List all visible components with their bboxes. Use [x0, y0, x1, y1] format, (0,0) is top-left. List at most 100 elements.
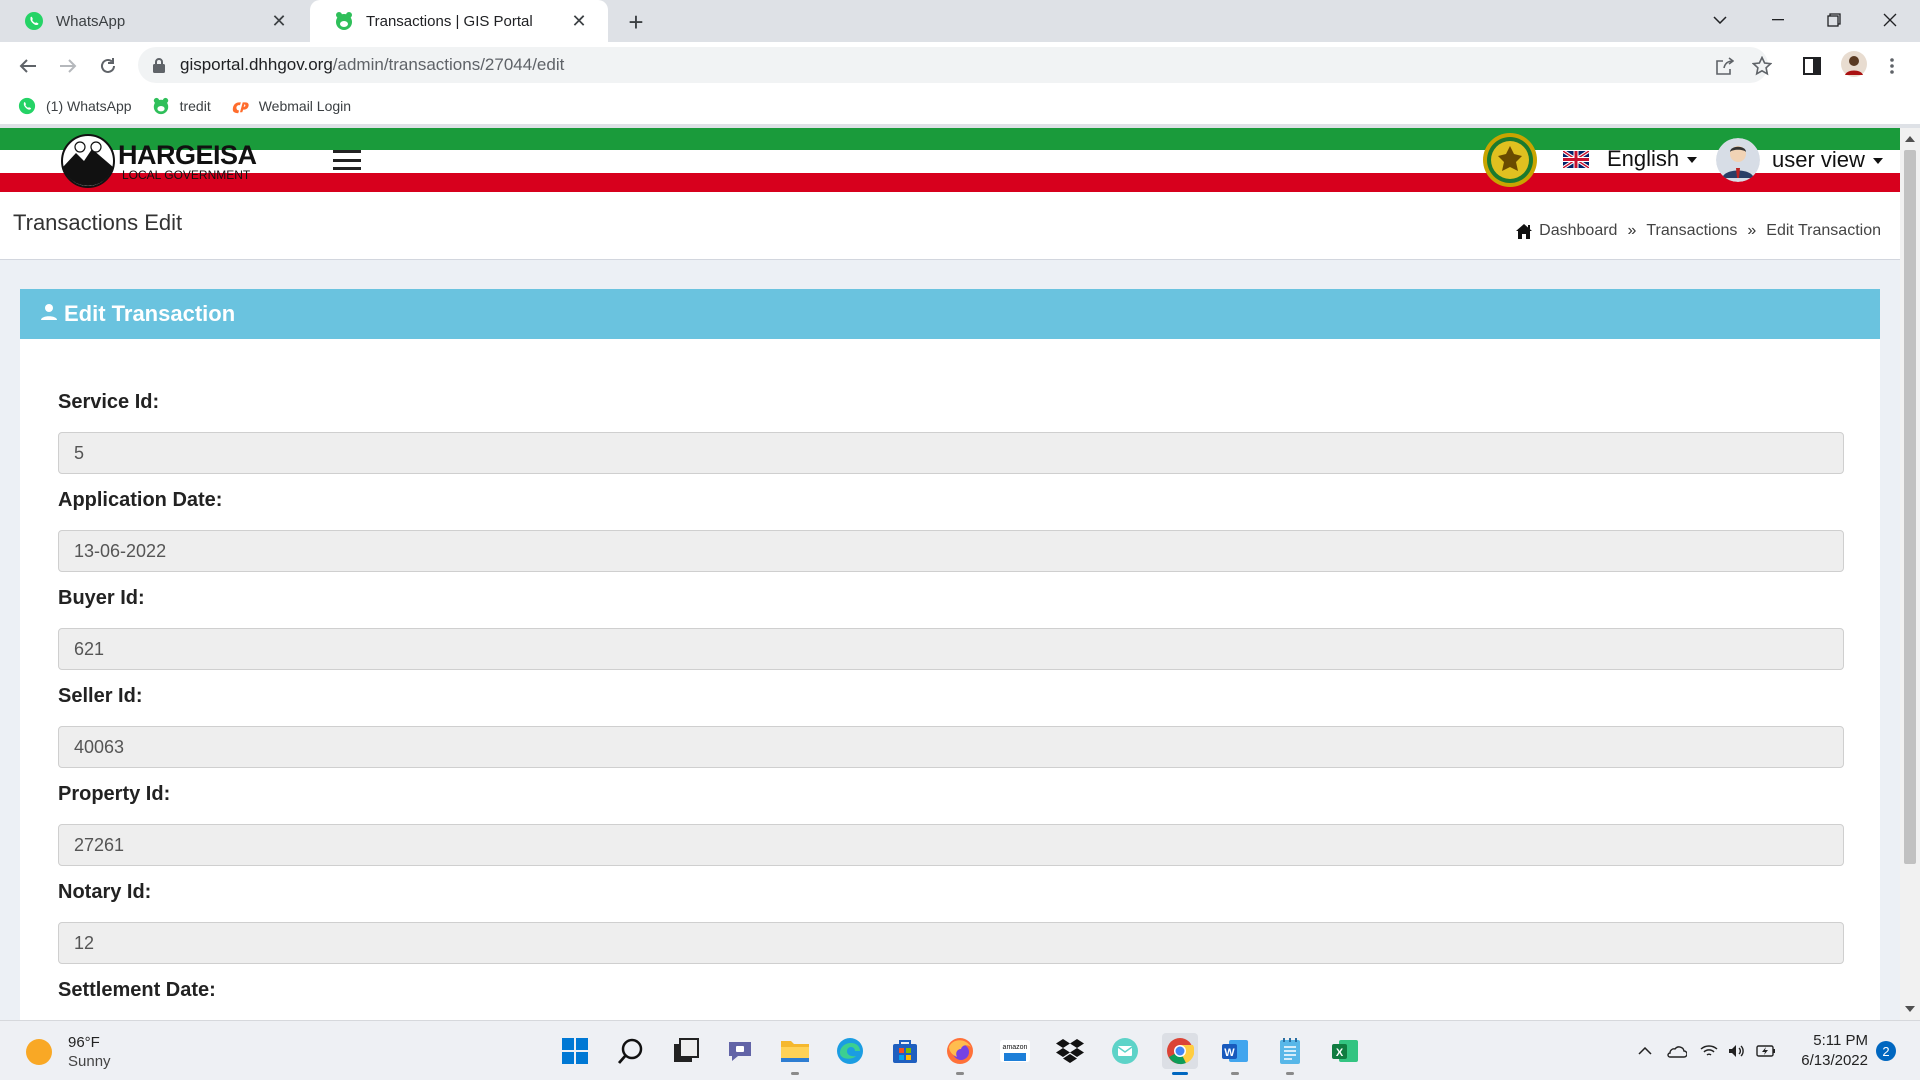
amazon-icon[interactable]: amazon	[997, 1033, 1033, 1069]
close-window-icon[interactable]	[1862, 0, 1918, 40]
dropbox-icon[interactable]	[1052, 1033, 1088, 1069]
new-tab-button[interactable]: +	[622, 7, 650, 37]
volume-icon[interactable]	[1726, 1041, 1748, 1061]
notary-id-label: Notary Id:	[58, 881, 152, 903]
service-id-label: Service Id:	[58, 391, 160, 413]
government-emblem-icon	[1483, 133, 1537, 187]
card-title: Edit Transaction	[64, 301, 236, 326]
mail-icon[interactable]	[1107, 1033, 1143, 1069]
bookmarks-bar: (1) WhatsApp tredit Webmail Login	[0, 88, 1920, 124]
restore-icon[interactable]	[1806, 0, 1862, 40]
tab-transactions[interactable]: Transactions | GIS Portal ✕	[310, 0, 608, 42]
sidebar-toggle-icon[interactable]	[333, 150, 361, 170]
scroll-up-icon[interactable]	[1905, 136, 1915, 142]
buyer-id-label: Buyer Id:	[58, 587, 145, 609]
application-date-field[interactable]: 13-06-2022	[58, 530, 1844, 572]
store-icon[interactable]	[887, 1033, 923, 1069]
scrollbar-thumb[interactable]	[1904, 150, 1916, 864]
weather-temperature: 96°F	[68, 1034, 100, 1051]
task-view-icon[interactable]	[668, 1033, 704, 1069]
minimize-icon[interactable]	[1750, 0, 1806, 40]
excel-icon[interactable]: X	[1327, 1033, 1363, 1069]
edge-icon[interactable]	[832, 1033, 868, 1069]
cpanel-icon	[232, 102, 249, 114]
tab-title: Transactions | GIS Portal	[366, 12, 533, 30]
settlement-date-label: Settlement Date:	[58, 979, 216, 1001]
scroll-down-icon[interactable]	[1905, 1006, 1915, 1012]
bookmark-label: Webmail Login	[258, 98, 352, 114]
uk-flag-icon	[1563, 150, 1589, 168]
bookmark-star-icon[interactable]	[1750, 56, 1774, 76]
property-id-field[interactable]: 27261	[58, 824, 1844, 866]
chrome-icon[interactable]	[1162, 1033, 1198, 1075]
browser-tab-strip: WhatsApp ✕ Transactions | GIS Portal ✕ +	[0, 0, 1920, 42]
breadcrumb-transactions[interactable]: Transactions	[1646, 222, 1737, 240]
service-id-field[interactable]: 5	[58, 432, 1844, 474]
page-scrollbar[interactable]	[1900, 128, 1920, 1020]
windows-taskbar: 96°F Sunny amazon W X 5:11 PM 6/13/2022 …	[0, 1020, 1920, 1080]
language-dropdown[interactable]: English	[1563, 146, 1698, 172]
user-menu[interactable]: user view	[1716, 138, 1883, 182]
bookmark-tredit[interactable]: tredit	[152, 97, 211, 115]
reload-icon[interactable]	[92, 50, 124, 82]
gis-portal-icon	[336, 12, 352, 30]
content-header: Transactions Edit Dashboard » Transactio…	[0, 192, 1900, 260]
form-group-notary-id: Notary Id: 12	[58, 881, 1844, 964]
show-hidden-icons-icon[interactable]	[1634, 1041, 1656, 1061]
url-field[interactable]: gisportal.dhhgov.org/admin/transactions/…	[138, 47, 1768, 83]
avatar	[1716, 138, 1760, 182]
page-title: Transactions Edit	[13, 210, 183, 235]
search-icon[interactable]	[613, 1033, 649, 1069]
windows-start-icon[interactable]	[557, 1033, 593, 1069]
tab-close-icon[interactable]: ✕	[268, 10, 290, 32]
seller-id-field[interactable]: 40063	[58, 726, 1844, 768]
form-group-application-date: Application Date: 13-06-2022	[58, 489, 1844, 572]
sun-icon	[26, 1039, 52, 1065]
breadcrumb: Dashboard » Transactions » Edit Transact…	[1515, 222, 1881, 240]
breadcrumb-dashboard[interactable]: Dashboard	[1539, 222, 1617, 240]
buyer-id-field[interactable]: 621	[58, 628, 1844, 670]
weather-condition: Sunny	[68, 1053, 111, 1070]
profile-avatar[interactable]	[1840, 50, 1868, 78]
word-icon[interactable]: W	[1217, 1033, 1253, 1075]
battery-charging-icon[interactable]	[1754, 1041, 1778, 1061]
property-id-label: Property Id:	[58, 783, 171, 805]
notepad-icon[interactable]	[1272, 1033, 1308, 1075]
bookmark-whatsapp[interactable]: (1) WhatsApp	[18, 97, 132, 115]
edit-transaction-card: Edit Transaction Service Id: 5 Applicati…	[20, 289, 1880, 1020]
firefox-icon[interactable]	[942, 1033, 978, 1075]
svg-text:amazon: amazon	[1003, 1044, 1028, 1051]
taskbar-clock[interactable]: 5:11 PM 6/13/2022	[1784, 1031, 1868, 1071]
address-bar: gisportal.dhhgov.org/admin/transactions/…	[0, 42, 1920, 88]
notification-badge[interactable]: 2	[1876, 1041, 1896, 1061]
flag-stripe-red	[0, 173, 1900, 192]
user-label: user view	[1772, 147, 1865, 172]
tab-search-icon[interactable]	[1692, 0, 1748, 40]
url-host: gisportal.dhhgov.org	[180, 55, 333, 74]
gis-portal-icon	[153, 97, 168, 115]
whatsapp-icon	[18, 97, 36, 115]
breadcrumb-current: Edit Transaction	[1766, 222, 1881, 239]
tab-whatsapp[interactable]: WhatsApp ✕	[0, 0, 308, 42]
weather-widget[interactable]: 96°F Sunny	[26, 1033, 111, 1071]
seller-id-label: Seller Id:	[58, 685, 143, 707]
file-explorer-icon[interactable]	[777, 1033, 813, 1075]
forward-icon[interactable]	[52, 50, 84, 82]
notary-id-field[interactable]: 12	[58, 922, 1844, 964]
logo-title: HARGEISA	[118, 139, 257, 170]
back-icon[interactable]	[12, 50, 44, 82]
tab-close-icon[interactable]: ✕	[568, 10, 590, 32]
share-icon[interactable]	[1712, 56, 1736, 76]
site-logo[interactable]: HARGEISA LOCAL GOVERNMENT	[60, 132, 257, 190]
onedrive-icon[interactable]	[1664, 1041, 1688, 1061]
svg-text:X: X	[1336, 1047, 1344, 1059]
menu-kebab-icon[interactable]	[1880, 56, 1904, 76]
teams-chat-icon[interactable]	[722, 1033, 758, 1069]
breadcrumb-separator: »	[1627, 222, 1637, 239]
bookmark-webmail[interactable]: Webmail Login	[231, 97, 351, 115]
logo-subtitle: LOCAL GOVERNMENT	[122, 167, 251, 182]
side-panel-icon[interactable]	[1800, 56, 1824, 76]
tab-title: WhatsApp	[56, 12, 126, 30]
language-label: English	[1607, 146, 1680, 171]
wifi-icon[interactable]	[1698, 1041, 1720, 1061]
